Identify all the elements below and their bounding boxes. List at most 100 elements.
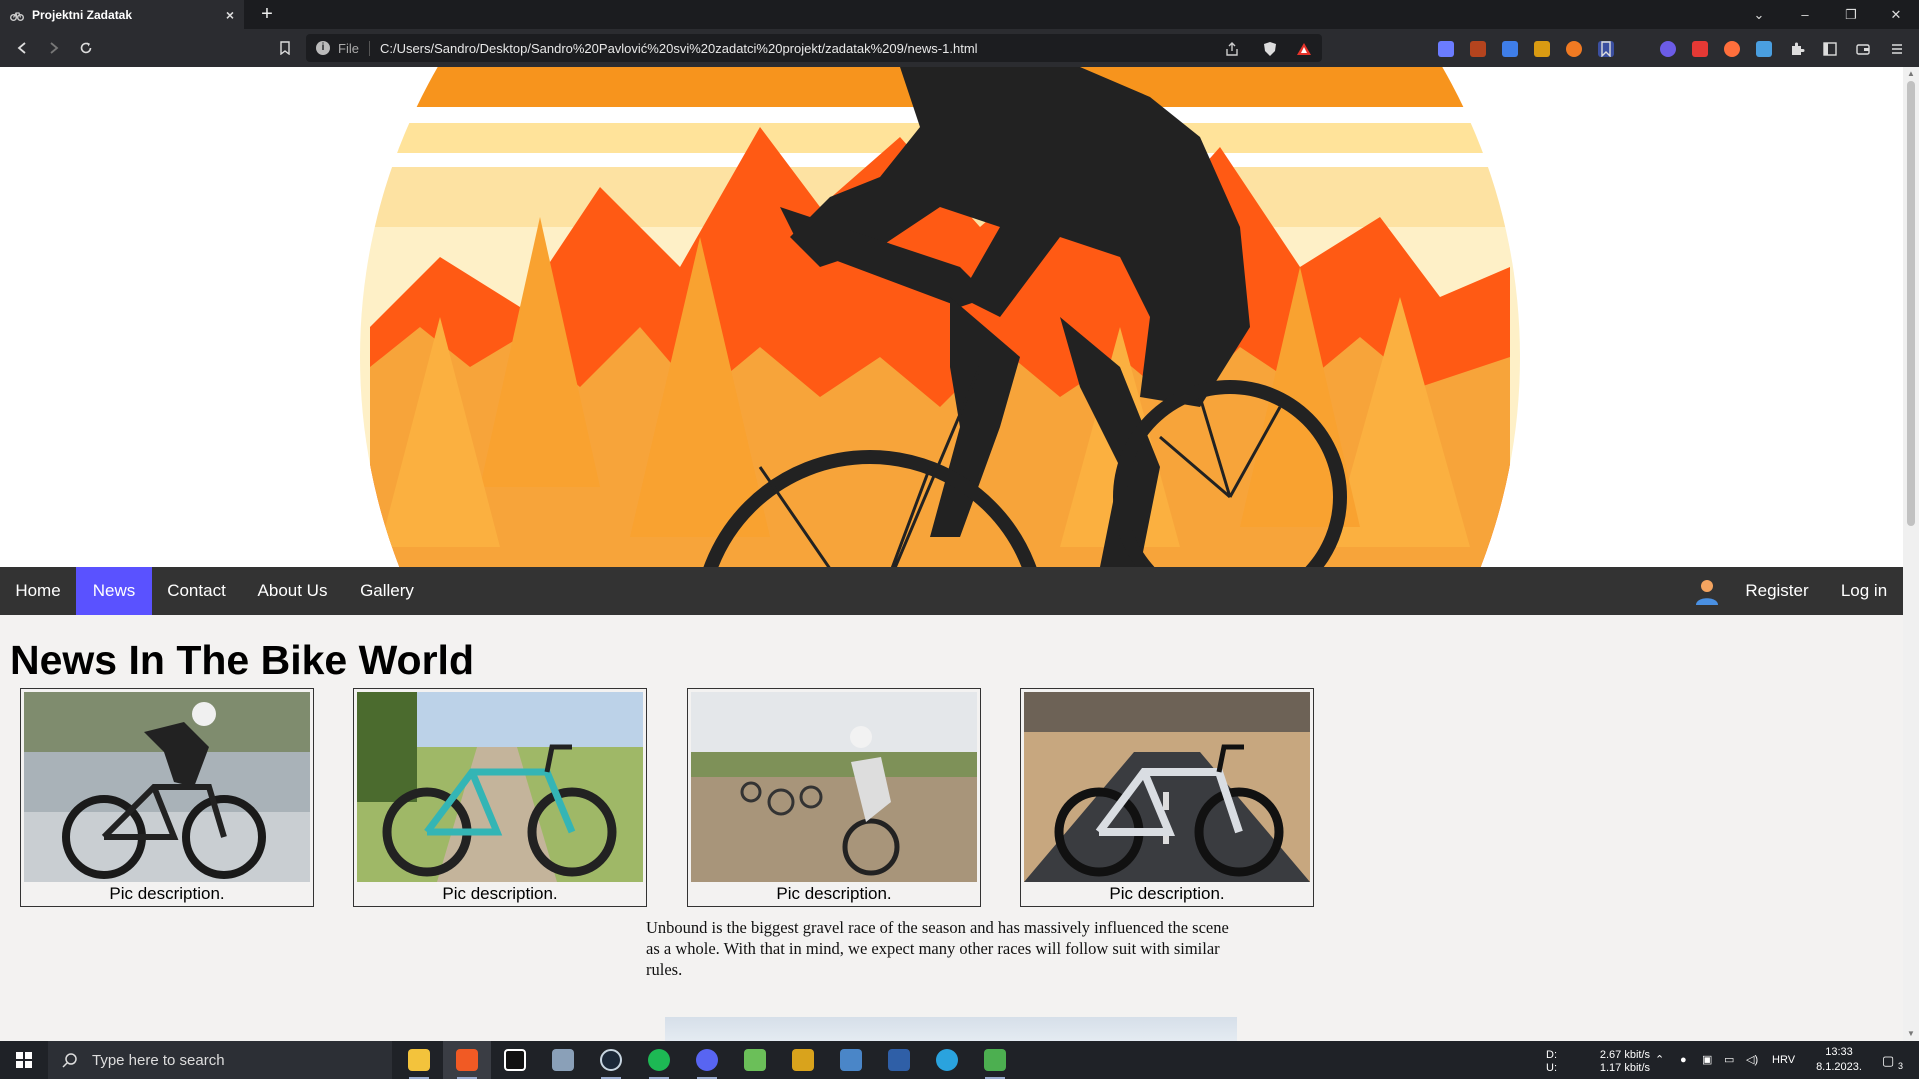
show-hidden-icons[interactable]: ⌃ — [1655, 1054, 1664, 1067]
menu-icon[interactable] — [1889, 41, 1905, 57]
nav-news[interactable]: News — [76, 567, 152, 615]
app-8-icon — [744, 1049, 766, 1071]
gallery-caption: Pic description. — [776, 884, 892, 903]
steam-app[interactable] — [587, 1041, 635, 1079]
restore-button[interactable]: ❐ — [1828, 0, 1874, 29]
nav-contact[interactable]: Contact — [152, 567, 241, 615]
discord-app[interactable] — [683, 1041, 731, 1079]
mic-icon[interactable]: ● — [1680, 1054, 1687, 1067]
gallery-item[interactable]: Pic description. — [687, 688, 981, 907]
gallery-image-white-road-bike[interactable] — [1024, 692, 1310, 882]
app-4-icon — [552, 1049, 574, 1071]
main-navbar: Home News Contact About Us Gallery Regis… — [0, 567, 1903, 615]
taskbar-app-tw[interactable] — [491, 1041, 539, 1079]
extension-2-icon[interactable] — [1470, 41, 1486, 57]
bike-favicon-icon — [10, 11, 24, 21]
url-text[interactable]: C:/Users/Sandro/Desktop/Sandro%20Pavlovi… — [380, 41, 1322, 56]
scroll-down-icon[interactable]: ▼ — [1907, 1030, 1915, 1038]
new-tab-button[interactable]: + — [256, 3, 278, 25]
brave-rewards-icon[interactable] — [1296, 41, 1312, 57]
gallery-caption: Pic description. — [109, 884, 225, 903]
translate-extension-icon[interactable] — [1502, 41, 1518, 57]
extension-1-icon[interactable] — [1438, 41, 1454, 57]
gallery-item[interactable]: Pic description. — [1020, 688, 1314, 907]
tab-close-icon[interactable]: × — [226, 7, 234, 23]
address-bar[interactable]: i File C:/Users/Sandro/Desktop/Sandro%20… — [306, 34, 1322, 62]
clock-time[interactable]: 13:33 — [1808, 1046, 1870, 1059]
extension-10-icon[interactable] — [1724, 41, 1740, 57]
extension-9-icon[interactable] — [1692, 41, 1708, 57]
tab-projektni-zadatak[interactable]: Projektni Zadatak × — [0, 0, 244, 29]
wallet-icon[interactable] — [1855, 41, 1871, 57]
spotify-app[interactable] — [635, 1041, 683, 1079]
reload-icon — [80, 42, 92, 54]
brave-browser-app[interactable] — [443, 1041, 491, 1079]
reload-button[interactable] — [75, 37, 97, 59]
forward-button[interactable] — [43, 37, 65, 59]
sidebar-icon[interactable] — [1822, 41, 1838, 57]
back-button[interactable] — [11, 37, 33, 59]
language-indicator[interactable]: HRV — [1772, 1054, 1795, 1067]
network-label-upload: U: — [1546, 1062, 1557, 1074]
bookmark-button[interactable] — [274, 37, 296, 59]
notification-center-icon[interactable]: ▢ — [1882, 1054, 1894, 1067]
taskbar-app-9[interactable] — [779, 1041, 827, 1079]
search-placeholder: Type here to search — [92, 1051, 225, 1069]
gallery-image-gravel-bike[interactable] — [357, 692, 643, 882]
taskbar-search[interactable]: Type here to search — [48, 1041, 392, 1079]
taskbar-app-8[interactable] — [731, 1041, 779, 1079]
extension-11-icon[interactable] — [1756, 41, 1772, 57]
scroll-up-icon[interactable]: ▲ — [1907, 70, 1915, 78]
extensions-puzzle-icon[interactable] — [1789, 41, 1805, 57]
gallery-image-road-bike-rider[interactable] — [24, 692, 310, 882]
discord-tray-icon[interactable]: ▣ — [1702, 1054, 1712, 1067]
brave-shields-icon[interactable] — [1262, 41, 1278, 57]
network-icon[interactable]: ▭ — [1724, 1054, 1734, 1067]
taskbar-app-11[interactable] — [875, 1041, 923, 1079]
scrollbar-thumb[interactable] — [1907, 81, 1915, 526]
app-10-icon — [840, 1049, 862, 1071]
register-link[interactable]: Register — [1729, 567, 1825, 615]
tab-list-button[interactable]: ⌄ — [1736, 0, 1782, 29]
bookmark-manager-icon[interactable] — [1598, 41, 1614, 57]
windows-taskbar: Type here to search D: U: 2.67 kbit/s 1.… — [0, 1041, 1919, 1079]
volume-icon[interactable]: ◁) — [1746, 1054, 1758, 1067]
telegram-app[interactable] — [923, 1041, 971, 1079]
nav-about-us[interactable]: About Us — [241, 567, 344, 615]
extension-4-icon[interactable] — [1534, 41, 1550, 57]
network-label-download: D: — [1546, 1049, 1557, 1061]
notification-count: 3 — [1898, 1061, 1904, 1071]
share-icon[interactable] — [1224, 41, 1240, 57]
gallery-caption: Pic description. — [442, 884, 558, 903]
gallery-item[interactable]: Pic description. — [20, 688, 314, 907]
minimize-button[interactable]: – — [1782, 0, 1828, 29]
upload-speed: 1.17 kbit/s — [1599, 1062, 1650, 1074]
page-scrollbar[interactable]: ▲ ▼ — [1903, 67, 1919, 1041]
nav-home[interactable]: Home — [0, 567, 76, 615]
folder-icon — [408, 1049, 430, 1071]
extension-8-icon[interactable] — [1660, 41, 1676, 57]
taskbar-app-13[interactable] — [971, 1041, 1019, 1079]
clock-date[interactable]: 8.1.2023. — [1808, 1061, 1870, 1074]
spotify-icon — [648, 1049, 670, 1071]
close-window-button[interactable]: ✕ — [1873, 0, 1919, 29]
taskbar-app-4[interactable] — [539, 1041, 587, 1079]
file-explorer-app[interactable] — [395, 1041, 443, 1079]
tw-logo-icon — [504, 1049, 526, 1071]
taskbar-app-10[interactable] — [827, 1041, 875, 1079]
gallery-item[interactable]: Pic description. — [353, 688, 647, 907]
gallery-image-gravel-race[interactable] — [691, 692, 977, 882]
login-link[interactable]: Log in — [1825, 567, 1903, 615]
scheme-label: File — [338, 40, 370, 56]
nav-gallery[interactable]: Gallery — [344, 567, 430, 615]
telegram-icon — [936, 1049, 958, 1071]
extension-5-icon[interactable] — [1566, 41, 1582, 57]
info-icon[interactable]: i — [316, 41, 330, 55]
app-11-icon — [888, 1049, 910, 1071]
app-13-icon — [984, 1049, 1006, 1071]
start-button[interactable] — [0, 1041, 48, 1079]
download-speed: 2.67 kbit/s — [1599, 1049, 1650, 1061]
browser-toolbar: i File C:/Users/Sandro/Desktop/Sandro%20… — [0, 29, 1919, 67]
forward-arrow-icon — [50, 42, 59, 54]
discord-icon — [696, 1049, 718, 1071]
